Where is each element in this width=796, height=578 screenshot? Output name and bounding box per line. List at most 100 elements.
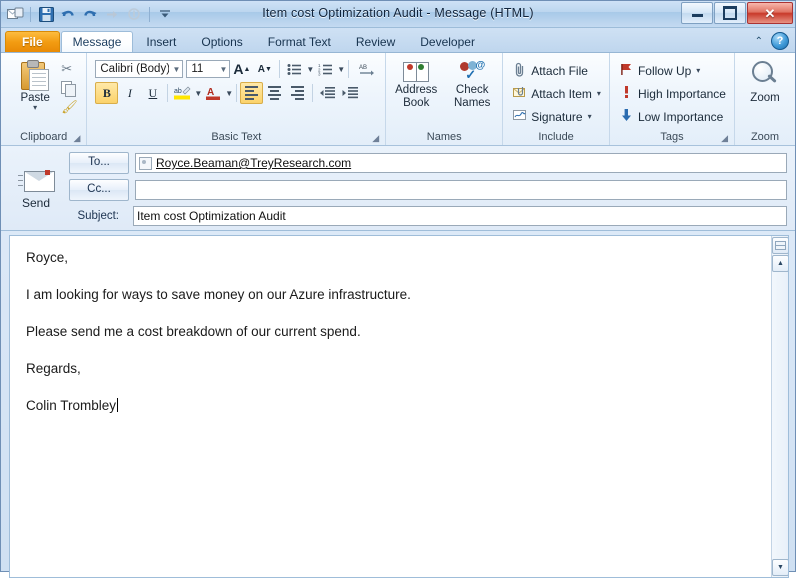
close-icon: ✕ (764, 5, 776, 21)
redo-icon[interactable] (80, 4, 100, 24)
zoom-button[interactable]: Zoom (739, 58, 791, 105)
text-direction-icon: AB (359, 65, 374, 75)
text-highlight-button[interactable]: ab (171, 82, 194, 104)
center-button[interactable] (263, 82, 286, 104)
split-pane-button[interactable] (772, 237, 788, 254)
bullets-button[interactable] (283, 58, 306, 80)
tab-developer[interactable]: Developer (408, 31, 487, 52)
outlook-icon[interactable] (5, 4, 25, 24)
flag-icon (618, 62, 635, 79)
copy-button[interactable] (61, 81, 77, 97)
font-size-input[interactable]: 11 ▼ (186, 60, 231, 78)
scroll-down-button[interactable]: ▼ (772, 559, 788, 576)
tab-format-text[interactable]: Format Text (256, 31, 343, 52)
numbering-dropdown-icon[interactable]: ▼ (337, 65, 345, 74)
maximize-button[interactable] (714, 2, 746, 24)
clipboard-group-label: Clipboard ◢ (5, 130, 82, 145)
close-button[interactable]: ✕ (747, 2, 793, 24)
to-input[interactable]: Royce.Beaman@TreyResearch.com (135, 153, 787, 173)
cut-button[interactable]: ✂ (61, 61, 78, 78)
tab-review[interactable]: Review (344, 31, 407, 52)
paste-button[interactable]: Paste ▾ (9, 58, 61, 112)
clipboard-dialog-launcher[interactable]: ◢ (73, 131, 80, 146)
font-color-dropdown-icon[interactable]: ▼ (225, 89, 233, 98)
shrink-font-button[interactable]: A ▼ (253, 58, 276, 80)
basic-text-dialog-launcher[interactable]: ◢ (372, 131, 379, 146)
attach-item-caret-icon[interactable]: ▾ (592, 89, 601, 98)
cc-button[interactable]: Cc... (69, 179, 129, 201)
subject-input[interactable]: Item cost Optimization Audit (133, 206, 787, 226)
align-left-button[interactable] (240, 82, 264, 104)
tab-insert[interactable]: Insert (134, 31, 188, 52)
svg-text:AB: AB (359, 65, 367, 71)
font-color-button[interactable]: A (202, 82, 225, 104)
send-button[interactable]: Send (8, 156, 64, 222)
undo-icon[interactable] (58, 4, 78, 24)
help-icon[interactable]: ? (771, 32, 789, 50)
outlook-compose-window: Item cost Optimization Audit - Message (… (0, 0, 796, 578)
collapse-ribbon-icon[interactable]: ⌃ (755, 36, 763, 47)
align-center-icon (268, 86, 282, 100)
numbering-button[interactable]: 123 (314, 58, 337, 80)
paste-caret-icon[interactable]: ▾ (33, 104, 37, 112)
ribbon: Paste ▾ ✂ 🖌 Clipboard ◢ Calibri (Body) ▼… (1, 53, 795, 146)
save-icon[interactable] (36, 4, 56, 24)
signature-caret-icon[interactable]: ▾ (583, 112, 592, 121)
tab-options[interactable]: Options (189, 31, 254, 52)
font-name-dropdown-icon[interactable]: ▼ (169, 65, 180, 74)
message-header: Send To... Royce.Beaman@TreyResearch.com… (1, 146, 795, 231)
attach-file-button[interactable]: Attach File (507, 60, 605, 81)
address-book-icon (403, 60, 430, 82)
message-body-text[interactable]: Royce, I am looking for ways to save mon… (10, 236, 788, 448)
to-button[interactable]: To... (69, 152, 129, 174)
minimize-button[interactable] (681, 2, 713, 24)
align-right-button[interactable] (286, 82, 309, 104)
cc-input[interactable] (135, 180, 787, 200)
follow-up-button[interactable]: Follow Up ▾ (614, 60, 730, 81)
message-body-area[interactable]: Royce, I am looking for ways to save mon… (9, 235, 789, 578)
address-fields: To... Royce.Beaman@TreyResearch.com Cc..… (65, 152, 787, 231)
body-paragraph: Regards, (26, 360, 81, 376)
address-book-label: Address Book (395, 84, 438, 109)
low-importance-button[interactable]: Low Importance (614, 106, 730, 127)
increase-indent-button[interactable] (339, 82, 362, 104)
tab-message[interactable]: Message (60, 31, 134, 52)
quick-access-toolbar (5, 3, 175, 25)
font-size-dropdown-icon[interactable]: ▼ (216, 65, 227, 74)
customize-qat-icon[interactable] (155, 4, 175, 24)
high-importance-button[interactable]: High Importance (614, 83, 730, 104)
svg-text:ab: ab (174, 88, 182, 95)
scroll-up-button[interactable]: ▲ (772, 255, 788, 272)
body-paragraph-signature: Colin Trombley (26, 397, 772, 415)
format-painter-button[interactable]: 🖌 (61, 99, 78, 116)
decrease-indent-button[interactable] (316, 82, 339, 104)
text-direction-button[interactable]: AB (352, 58, 381, 80)
svg-text:A: A (207, 87, 214, 98)
highlight-dropdown-icon[interactable]: ▼ (194, 89, 202, 98)
recipient-chip[interactable]: Royce.Beaman@TreyResearch.com (139, 156, 351, 170)
tags-dialog-launcher[interactable]: ◢ (721, 131, 728, 146)
ribbon-group-names: Address Book @ ✓ Check Names Names (385, 53, 502, 145)
follow-up-caret-icon[interactable]: ▾ (691, 66, 700, 75)
include-group-label: Include (538, 131, 574, 143)
body-scrollbar[interactable]: ▲ ▼ (771, 236, 788, 577)
send-envelope-icon (18, 169, 55, 193)
underline-button[interactable]: U (141, 82, 164, 104)
tab-file[interactable]: File (5, 31, 60, 52)
grow-font-button[interactable]: A ▲ (230, 58, 253, 80)
signature-button[interactable]: Signature ▾ (507, 106, 605, 127)
check-names-button[interactable]: @ ✓ Check Names (446, 58, 498, 110)
decrease-indent-icon (320, 87, 336, 99)
bullets-icon (287, 63, 302, 75)
to-row: To... Royce.Beaman@TreyResearch.com (69, 152, 787, 174)
ribbon-group-include: Attach File Attach Item ▾ Signature ▾ In… (502, 53, 609, 145)
cc-row: Cc... (69, 179, 787, 201)
bullets-dropdown-icon[interactable]: ▼ (306, 65, 314, 74)
bold-button[interactable]: B (95, 82, 119, 104)
attach-item-button[interactable]: Attach Item ▾ (507, 83, 605, 104)
up-icon (124, 4, 144, 24)
names-group-label: Names (426, 131, 462, 143)
italic-button[interactable]: I (118, 82, 141, 104)
address-book-button[interactable]: Address Book (390, 58, 442, 110)
font-name-input[interactable]: Calibri (Body) ▼ (95, 60, 184, 78)
